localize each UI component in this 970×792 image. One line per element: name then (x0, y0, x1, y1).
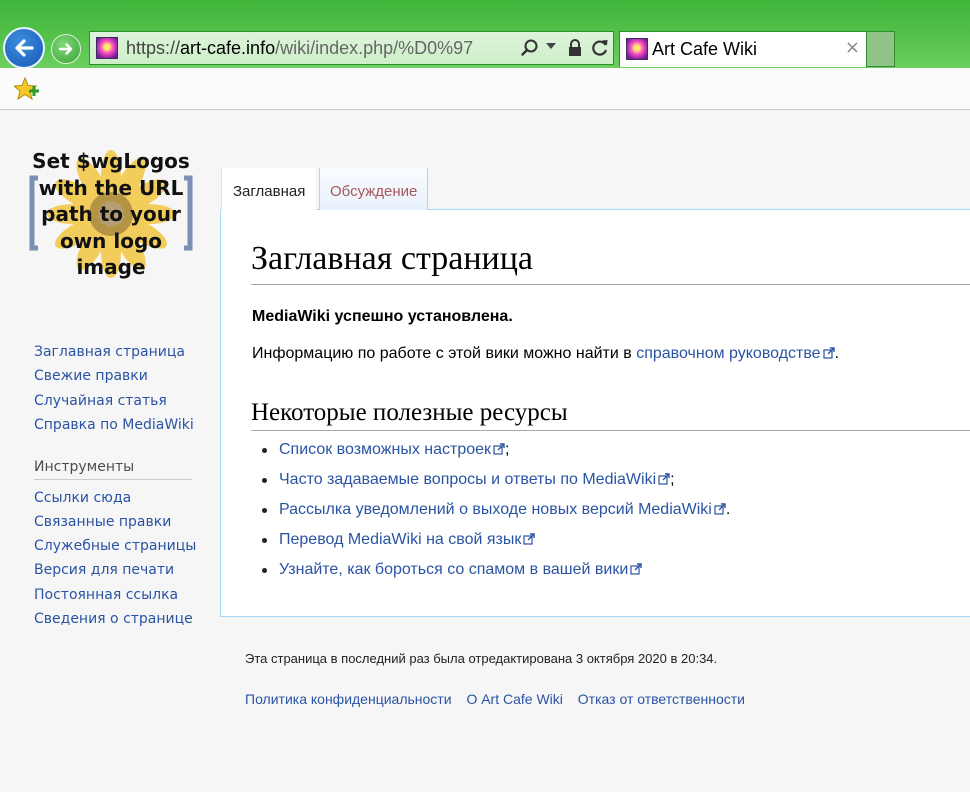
bullet (262, 478, 267, 483)
bullet (262, 448, 267, 453)
sidebar-item-related-changes[interactable]: Связанные правки (34, 514, 171, 530)
tab-main-page[interactable]: Заглавная (221, 168, 317, 210)
external-link-icon (714, 503, 726, 515)
bullet (262, 508, 267, 513)
user-guide-link-text: справочном руководстве (636, 345, 821, 362)
sidebar-item-recent-changes[interactable]: Свежие правки (34, 368, 148, 384)
resource-link[interactable]: Часто задаваемые вопросы и ответы по Med… (279, 471, 670, 488)
site-favicon-icon (96, 37, 118, 59)
resource-link-text: Часто задаваемые вопросы и ответы по Med… (279, 471, 657, 488)
external-link-icon (523, 533, 536, 545)
bullet (262, 568, 267, 573)
resource-suffix: ; (670, 471, 675, 488)
resource-link[interactable]: Перевод MediaWiki на свой язык (279, 531, 536, 548)
url-host: art-cafe.info (180, 38, 276, 58)
logo-text-line: own logo (59, 228, 163, 253)
dropdown-arrow-icon[interactable] (546, 43, 556, 51)
search-icon[interactable] (520, 38, 540, 58)
favorites-bar (0, 68, 970, 110)
external-link-icon (658, 473, 670, 485)
refresh-icon[interactable] (590, 38, 610, 58)
install-status-text: MediaWiki успешно установлена. (252, 308, 513, 325)
arrow-left-icon (15, 39, 34, 57)
user-guide-link[interactable]: справочном руководстве (636, 345, 835, 362)
last-edited-text: Эта страница в последний раз была отреда… (245, 651, 718, 666)
logo-text-line: path to your (41, 202, 181, 226)
tab-discussion[interactable]: Обсуждение (319, 168, 429, 210)
info-suffix: . (834, 345, 840, 362)
logo-text: Set $wgLogos with the URL path to your o… (28, 148, 194, 281)
sidebar-item-page-information[interactable]: Сведения о странице (34, 611, 193, 627)
bullet (262, 538, 267, 543)
add-favorite-star-icon[interactable] (14, 77, 40, 101)
resource-link-text: Список возможных настроек (279, 441, 492, 458)
page-title: Заглавная страница (251, 238, 970, 285)
section-title: Некоторые полезные ресурсы (251, 397, 970, 431)
resources-list: Список возможных настроек; Часто задавае… (262, 440, 730, 590)
resource-link[interactable]: Список возможных настроек (279, 441, 505, 458)
info-paragraph: Информацию по работе с этой вики можно н… (252, 345, 839, 363)
resource-link-text: Перевод MediaWiki на свой язык (279, 531, 522, 548)
resource-link-text: Узнайте, как бороться со спамом в вашей … (279, 561, 629, 578)
close-icon[interactable]: × (845, 38, 860, 58)
list-item: Перевод MediaWiki на свой язык (262, 530, 730, 560)
tools-heading: Инструменты (34, 459, 192, 480)
list-item: Часто задаваемые вопросы и ответы по Med… (262, 470, 730, 500)
privacy-policy-link[interactable]: Политика конфиденциальности (245, 691, 452, 707)
logo-text-line: with the URL (38, 175, 184, 200)
new-tab-button[interactable] (867, 31, 895, 67)
sidebar-item-main-page[interactable]: Заглавная страница (34, 344, 185, 360)
address-bar[interactable]: https://art-cafe.info/wiki/index.php/%D0… (89, 31, 614, 65)
sidebar-item-mediawiki-help[interactable]: Справка по MediaWiki (34, 417, 194, 433)
url-path: /wiki/index.php/%D0%97 (275, 38, 474, 58)
sidebar-item-what-links-here[interactable]: Ссылки сюда (34, 490, 131, 506)
resource-link[interactable]: Узнайте, как бороться со спамом в вашей … (279, 561, 642, 578)
list-item: Узнайте, как бороться со спамом в вашей … (262, 560, 730, 590)
sidebar-item-random-article[interactable]: Случайная статья (34, 393, 167, 409)
external-link-icon (822, 347, 835, 359)
resource-suffix: ; (505, 441, 510, 458)
disclaimer-link[interactable]: Отказ от ответственности (578, 691, 745, 707)
tab-title: Art Cafe Wiki (652, 39, 758, 59)
about-link[interactable]: О Art Cafe Wiki (466, 691, 562, 707)
external-link-icon (630, 563, 642, 575)
external-link-icon (493, 443, 505, 455)
back-button[interactable] (3, 27, 45, 69)
forward-button[interactable] (51, 34, 81, 64)
resource-link-text: Рассылка уведомлений о выходе новых верс… (279, 501, 712, 518)
logo-text-line: image (76, 255, 146, 279)
sidebar-item-printable-version[interactable]: Версия для печати (34, 562, 174, 578)
sidebar-item-special-pages[interactable]: Служебные страницы (34, 538, 196, 554)
wiki-logo[interactable]: Set $wgLogos with the URL path to your o… (28, 148, 194, 280)
footer-links: Политика конфиденциальности О Art Cafe W… (245, 691, 756, 707)
tab-favicon-icon (626, 38, 648, 60)
arrow-right-icon (58, 43, 73, 55)
list-item: Рассылка уведомлений о выходе новых верс… (262, 500, 730, 530)
logo-text-line: Set $wgLogos (32, 149, 190, 173)
lock-icon[interactable] (567, 38, 583, 58)
url-prefix: https:// (126, 38, 181, 58)
sidebar-item-permanent-link[interactable]: Постоянная ссылка (34, 587, 178, 603)
resource-link[interactable]: Рассылка уведомлений о выходе новых верс… (279, 501, 726, 518)
browser-tab-active[interactable]: Art Cafe Wiki × (619, 31, 867, 67)
url-text[interactable]: https://art-cafe.info/wiki/index.php/%D0… (126, 38, 516, 59)
list-item: Список возможных настроек; (262, 440, 730, 470)
resource-suffix: . (725, 501, 731, 518)
info-text: Информацию по работе с этой вики можно н… (252, 345, 637, 362)
